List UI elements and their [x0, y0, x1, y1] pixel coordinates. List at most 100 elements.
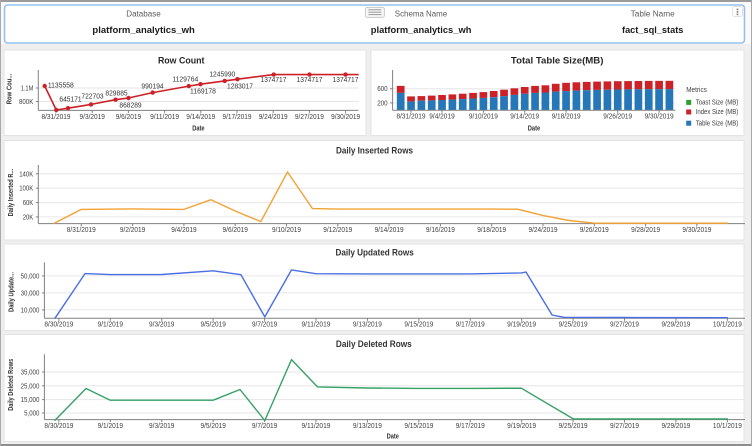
svg-text:Date: Date — [192, 126, 204, 133]
svg-text:9/24/2019: 9/24/2019 — [529, 227, 558, 234]
svg-text:9/5/2019: 9/5/2019 — [200, 423, 225, 430]
svg-text:35,000: 35,000 — [21, 370, 40, 377]
svg-text:Toast Size (MB): Toast Size (MB) — [696, 100, 739, 107]
svg-text:9/5/2019: 9/5/2019 — [200, 321, 225, 328]
svg-text:9/15/2019: 9/15/2019 — [404, 423, 433, 430]
svg-text:990194: 990194 — [141, 83, 163, 90]
svg-text:9/12/2019: 9/12/2019 — [323, 227, 352, 234]
svg-text:9/7/2019: 9/7/2019 — [252, 321, 277, 328]
svg-text:Daily Deleted Rows: Daily Deleted Rows — [8, 359, 15, 411]
svg-text:9/26/2019: 9/26/2019 — [580, 227, 609, 234]
svg-text:9/1/2019: 9/1/2019 — [98, 423, 123, 430]
svg-text:Date: Date — [528, 126, 540, 133]
svg-text:8/31/2019: 8/31/2019 — [42, 114, 71, 121]
svg-text:Row Count: Row Count — [158, 55, 205, 65]
svg-text:8/30/2019: 8/30/2019 — [44, 321, 73, 328]
svg-text:9/17/2019: 9/17/2019 — [456, 423, 485, 430]
svg-text:140K: 140K — [19, 171, 33, 178]
svg-text:platform_analytics_wh: platform_analytics_wh — [92, 25, 195, 36]
svg-text:15,000: 15,000 — [21, 397, 40, 404]
svg-text:Daily Updated Rows: Daily Updated Rows — [335, 247, 413, 257]
svg-text:100K: 100K — [19, 186, 33, 193]
svg-text:25,000: 25,000 — [21, 383, 40, 390]
svg-text:Table Size (MB): Table Size (MB) — [696, 120, 739, 127]
svg-text:9/30/2019: 9/30/2019 — [331, 114, 360, 121]
svg-text:9/25/2019: 9/25/2019 — [559, 423, 588, 430]
svg-text:200: 200 — [377, 100, 387, 107]
svg-text:868289: 868289 — [119, 102, 141, 109]
svg-text:9/17/2019: 9/17/2019 — [456, 321, 485, 328]
svg-text:1.1M: 1.1M — [21, 86, 34, 93]
svg-text:9/16/2019: 9/16/2019 — [426, 227, 455, 234]
svg-text:9/2/2019: 9/2/2019 — [120, 227, 145, 234]
svg-text:722703: 722703 — [81, 94, 103, 101]
svg-text:9/10/2019: 9/10/2019 — [272, 227, 301, 234]
svg-text:1245990: 1245990 — [209, 72, 235, 79]
svg-text:9/30/2019: 9/30/2019 — [645, 114, 674, 121]
svg-text:9/14/2019: 9/14/2019 — [375, 227, 404, 234]
svg-text:9/28/2019: 9/28/2019 — [631, 227, 660, 234]
svg-text:1374717: 1374717 — [261, 77, 287, 84]
svg-text:9/17/2019: 9/17/2019 — [223, 114, 252, 121]
svg-text:5,000: 5,000 — [24, 411, 39, 418]
svg-text:9/25/2019: 9/25/2019 — [559, 321, 588, 328]
svg-text:Database: Database — [126, 9, 161, 18]
svg-text:Table Name: Table Name — [631, 9, 676, 18]
svg-text:9/10/2019: 9/10/2019 — [469, 114, 498, 121]
svg-text:9/1/2019: 9/1/2019 — [98, 321, 123, 328]
svg-text:10/1/2019: 10/1/2019 — [713, 423, 742, 430]
svg-text:800K: 800K — [19, 99, 34, 106]
svg-text:9/4/2019: 9/4/2019 — [171, 227, 196, 234]
svg-text:9/19/2019: 9/19/2019 — [507, 321, 536, 328]
svg-text:9/14/2019: 9/14/2019 — [510, 114, 539, 121]
svg-text:9/27/2019: 9/27/2019 — [610, 321, 639, 328]
svg-text:Row Cou...: Row Cou... — [7, 74, 14, 105]
svg-text:8/31/2019: 8/31/2019 — [67, 227, 96, 234]
svg-text:9/6/2019: 9/6/2019 — [116, 114, 141, 121]
svg-text:60K: 60K — [23, 200, 34, 207]
svg-text:8/30/2019: 8/30/2019 — [44, 423, 73, 430]
svg-text:Schema Name: Schema Name — [395, 9, 448, 18]
svg-text:9/3/2019: 9/3/2019 — [149, 321, 174, 328]
svg-text:9/11/2019: 9/11/2019 — [302, 423, 331, 430]
svg-text:9/27/2019: 9/27/2019 — [295, 114, 324, 121]
svg-text:9/3/2019: 9/3/2019 — [149, 423, 174, 430]
svg-text:1374717: 1374717 — [297, 77, 323, 84]
svg-text:50,000: 50,000 — [21, 273, 40, 280]
svg-text:9/11/2019: 9/11/2019 — [150, 114, 179, 121]
svg-text:1135558: 1135558 — [48, 83, 74, 90]
svg-text:10,000: 10,000 — [21, 307, 40, 314]
svg-text:fact_sql_stats: fact_sql_stats — [622, 25, 683, 36]
svg-text:platform_analytics_wh: platform_analytics_wh — [371, 25, 472, 36]
svg-text:1169178: 1169178 — [190, 88, 216, 95]
svg-text:9/30/2019: 9/30/2019 — [682, 227, 711, 234]
svg-text:Daily Inserted R...: Daily Inserted R... — [8, 169, 15, 217]
svg-text:9/7/2019: 9/7/2019 — [252, 423, 277, 430]
svg-text:9/11/2019: 9/11/2019 — [302, 321, 331, 328]
svg-text:9/15/2019: 9/15/2019 — [404, 321, 433, 328]
svg-text:9/14/2019: 9/14/2019 — [186, 114, 215, 121]
svg-text:30,000: 30,000 — [21, 290, 40, 297]
svg-text:9/18/2019: 9/18/2019 — [552, 114, 581, 121]
svg-text:8/31/2019: 8/31/2019 — [397, 114, 426, 121]
svg-text:Date: Date — [387, 433, 399, 440]
svg-text:9/29/2019: 9/29/2019 — [661, 423, 690, 430]
svg-text:9/4/2019: 9/4/2019 — [429, 114, 454, 121]
svg-text:20K: 20K — [23, 214, 34, 221]
svg-text:1129764: 1129764 — [172, 77, 198, 84]
svg-text:9/18/2019: 9/18/2019 — [477, 227, 506, 234]
svg-text:9/27/2019: 9/27/2019 — [610, 423, 639, 430]
svg-text:9/26/2019: 9/26/2019 — [603, 114, 632, 121]
svg-text:9/6/2019: 9/6/2019 — [223, 227, 248, 234]
svg-text:9/3/2019: 9/3/2019 — [80, 114, 105, 121]
svg-text:9/24/2019: 9/24/2019 — [259, 114, 288, 121]
svg-text:600: 600 — [377, 86, 387, 93]
svg-text:9/13/2019: 9/13/2019 — [353, 321, 382, 328]
svg-text:Index Size (MB): Index Size (MB) — [696, 109, 739, 116]
svg-text:9/13/2019: 9/13/2019 — [353, 423, 382, 430]
svg-text:1374717: 1374717 — [333, 77, 359, 84]
svg-text:Daily Deleted Rows: Daily Deleted Rows — [336, 339, 412, 349]
svg-text:829885: 829885 — [105, 90, 127, 97]
svg-text:Total Table Size(MB): Total Table Size(MB) — [511, 55, 604, 65]
svg-text:9/19/2019: 9/19/2019 — [507, 423, 536, 430]
